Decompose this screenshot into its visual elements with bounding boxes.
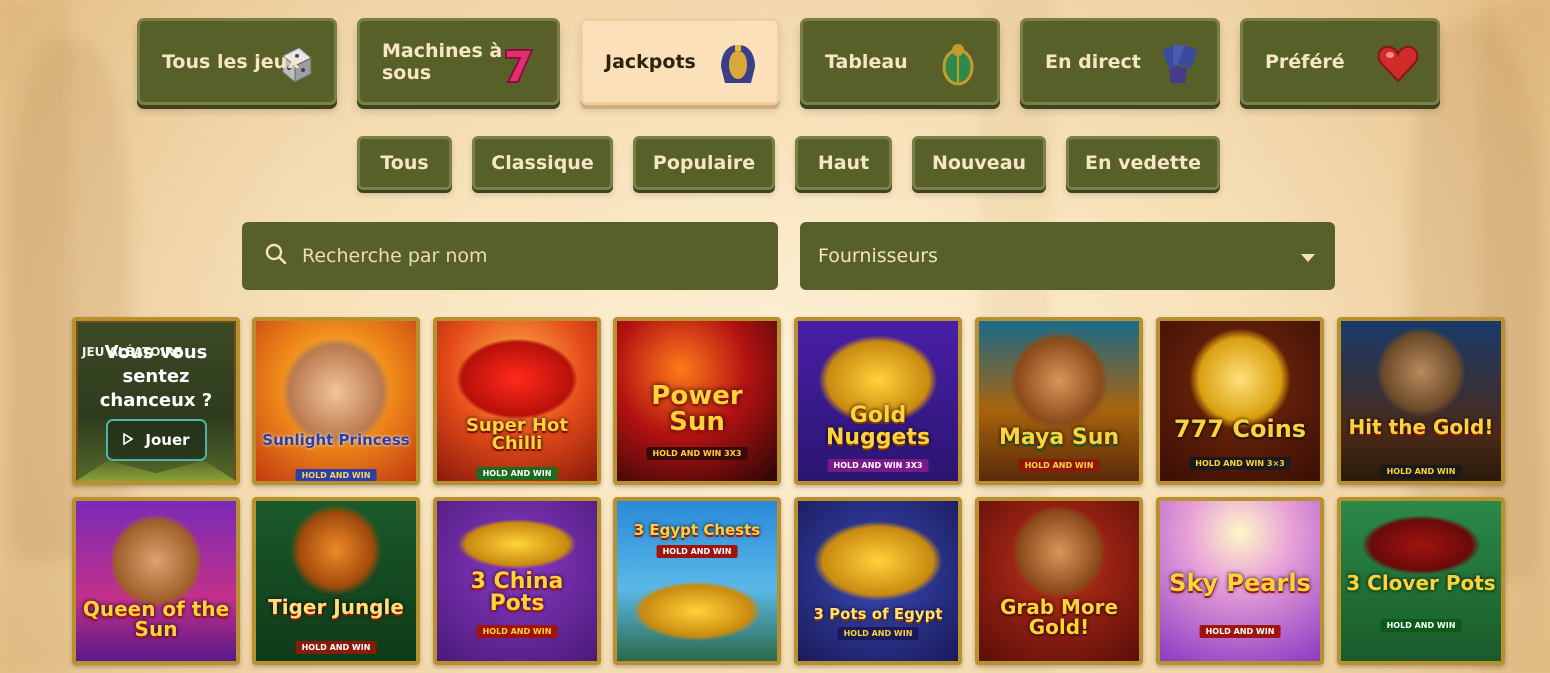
filter-all[interactable]: Tous — [357, 136, 452, 190]
game-tile[interactable]: 3 Pots of Egypt HOLD AND WIN — [794, 497, 962, 665]
category-label: Préféré — [1265, 50, 1345, 73]
game-title: 3 Pots of Egypt — [813, 605, 943, 623]
scarab-icon — [935, 41, 981, 87]
game-tile[interactable]: 3 Clover Pots HOLD AND WIN — [1337, 497, 1505, 665]
game-strap: HOLD AND WIN — [656, 545, 738, 558]
game-title: Maya Sun — [998, 425, 1120, 450]
provider-label: Fournisseurs — [818, 245, 938, 267]
game-strap: HOLD AND WIN — [1018, 459, 1100, 472]
game-tile[interactable]: Gold Nuggets HOLD AND WIN 3X3 — [794, 317, 962, 485]
game-title: 3 Egypt Chests — [633, 521, 761, 539]
heart-icon — [1375, 41, 1421, 87]
game-title: Super Hot Chilli — [465, 415, 569, 454]
game-tile[interactable]: Grab More Gold! — [975, 497, 1143, 665]
search-bar[interactable] — [242, 222, 778, 290]
game-strap: HOLD AND WIN — [476, 625, 558, 638]
category-slots[interactable]: Machines à sous — [357, 18, 560, 105]
play-button-label: Jouer — [145, 431, 190, 449]
game-tile[interactable]: Tiger Jungle HOLD AND WIN — [252, 497, 420, 665]
game-strap: HOLD AND WIN — [1380, 465, 1462, 478]
category-label: En direct — [1045, 50, 1141, 73]
game-tile[interactable]: 3 Egypt Chests HOLD AND WIN — [613, 497, 781, 665]
filter-featured[interactable]: En vedette — [1066, 136, 1220, 190]
dropdown-arrow-icon — [1301, 245, 1315, 267]
game-strap: HOLD AND WIN 3X3 — [827, 459, 929, 472]
game-tile[interactable]: 3 China Pots HOLD AND WIN — [433, 497, 601, 665]
game-title: Power Sun — [651, 381, 743, 437]
game-strap: HOLD AND WIN — [837, 627, 919, 640]
game-strap: HOLD AND WIN — [476, 467, 558, 480]
game-tile[interactable]: Maya Sun HOLD AND WIN — [975, 317, 1143, 485]
game-tile[interactable]: Hit the Gold! HOLD AND WIN — [1337, 317, 1505, 485]
provider-dropdown[interactable]: Fournisseurs — [800, 222, 1335, 290]
category-label: Machines à sous — [382, 39, 503, 84]
random-game-tile[interactable]: JEU ALÉATOIRE Vous vous sentez chanceux … — [72, 317, 240, 485]
play-icon — [123, 431, 134, 449]
game-title: 3 Clover Pots — [1346, 571, 1496, 595]
game-tile[interactable]: 777 Coins HOLD AND WIN 3×3 — [1156, 317, 1324, 485]
game-strap: HOLD AND WIN 3×3 — [1189, 457, 1291, 470]
game-title: 777 Coins — [1173, 415, 1307, 443]
game-title: Grab More Gold! — [999, 595, 1119, 639]
game-tile[interactable]: Super Hot Chilli HOLD AND WIN — [433, 317, 601, 485]
category-label: Jackpots — [605, 50, 696, 73]
game-tile[interactable]: Power Sun HOLD AND WIN 3X3 — [613, 317, 781, 485]
game-title: Sunlight Princess — [262, 431, 410, 449]
category-favorites[interactable]: Préféré — [1240, 18, 1440, 105]
category-jackpots[interactable]: Jackpots — [580, 18, 780, 105]
game-title: 3 China Pots — [470, 569, 564, 616]
search-icon — [264, 242, 288, 271]
category-label: Tous les jeux — [162, 50, 300, 73]
game-strap: HOLD AND WIN 3X3 — [646, 447, 748, 460]
game-tile[interactable]: Sunlight Princess HOLD AND WIN — [252, 317, 420, 485]
game-strap: HOLD AND WIN — [1380, 619, 1462, 632]
random-game-message: Vous vous sentez chanceux ? — [99, 342, 213, 411]
category-all-games[interactable]: Tous les jeux — [137, 18, 337, 105]
game-title: Hit the Gold! — [1348, 415, 1494, 439]
filter-popular[interactable]: Populaire — [633, 136, 775, 190]
game-tile[interactable]: Sky Pearls HOLD AND WIN — [1156, 497, 1324, 665]
game-strap: HOLD AND WIN — [295, 469, 377, 481]
category-live[interactable]: En direct — [1020, 18, 1220, 105]
category-label: Tableau — [825, 50, 908, 73]
game-title: Gold Nuggets — [825, 403, 931, 450]
filter-new[interactable]: Nouveau — [912, 136, 1046, 190]
game-title: Tiger Jungle — [268, 595, 404, 619]
category-table[interactable]: Tableau — [800, 18, 1000, 105]
game-tile[interactable]: Queen of the Sun — [72, 497, 240, 665]
game-title: Queen of the Sun — [82, 597, 230, 641]
playing-cards-hand-icon — [1155, 41, 1201, 87]
game-strap: HOLD AND WIN — [1199, 625, 1281, 638]
filter-classic[interactable]: Classique — [472, 136, 613, 190]
pharaoh-mask-icon — [715, 41, 761, 87]
search-input[interactable] — [302, 245, 742, 267]
play-button[interactable]: Jouer — [106, 419, 207, 461]
game-title: Sky Pearls — [1169, 569, 1311, 597]
filter-top[interactable]: Haut — [795, 136, 892, 190]
game-strap: HOLD AND WIN — [295, 641, 377, 654]
